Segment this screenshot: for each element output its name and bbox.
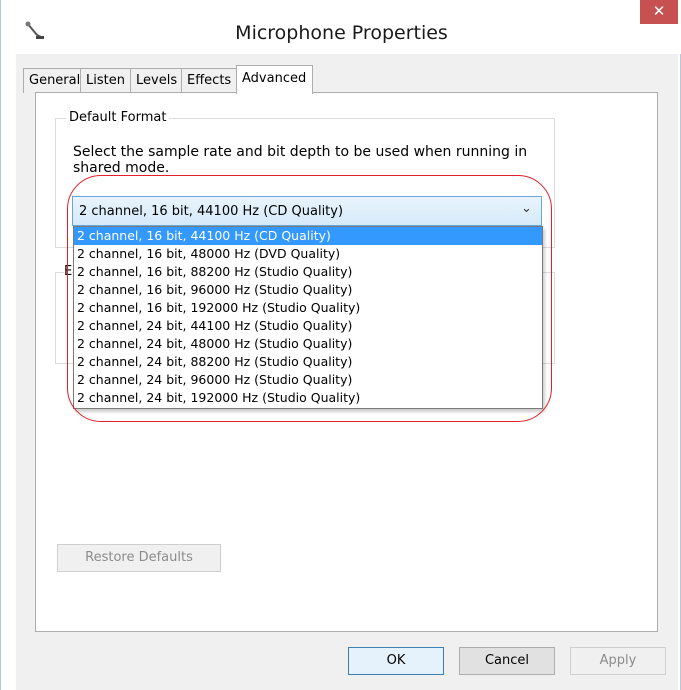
default-format-label: Default Format: [66, 110, 170, 125]
dropdown-option[interactable]: 2 channel, 16 bit, 96000 Hz (Studio Qual…: [74, 281, 542, 299]
cancel-button[interactable]: Cancel: [459, 647, 555, 675]
window-title: Microphone Properties: [235, 22, 448, 44]
dropdown-option[interactable]: 2 channel, 24 bit, 192000 Hz (Studio Qua…: [74, 389, 542, 407]
dropdown-option[interactable]: 2 channel, 16 bit, 48000 Hz (DVD Quality…: [74, 245, 542, 263]
chevron-down-icon[interactable]: ⌄: [521, 201, 532, 216]
exclusive-mode-label-partial: E: [64, 264, 73, 279]
close-icon: ✕: [652, 2, 666, 20]
default-format-description: Select the sample rate and bit depth to …: [73, 144, 528, 176]
dropdown-option[interactable]: 2 channel, 16 bit, 44100 Hz (CD Quality): [74, 227, 542, 245]
tab-listen[interactable]: Listen: [80, 68, 131, 93]
sample-rate-dropdown[interactable]: 2 channel, 16 bit, 44100 Hz (CD Quality)…: [72, 196, 542, 226]
tab-general[interactable]: General: [23, 68, 81, 93]
dropdown-option[interactable]: 2 channel, 24 bit, 48000 Hz (Studio Qual…: [74, 335, 542, 353]
close-button[interactable]: ✕: [640, 0, 678, 24]
sample-rate-options-list[interactable]: 2 channel, 16 bit, 44100 Hz (CD Quality)…: [73, 226, 543, 409]
dropdown-option[interactable]: 2 channel, 16 bit, 88200 Hz (Studio Qual…: [74, 263, 542, 281]
dropdown-option[interactable]: 2 channel, 24 bit, 96000 Hz (Studio Qual…: [74, 371, 542, 389]
dropdown-option[interactable]: 2 channel, 16 bit, 192000 Hz (Studio Qua…: [74, 299, 542, 317]
title-bar[interactable]: Microphone Properties ✕: [1, 0, 681, 54]
dropdown-option[interactable]: 2 channel, 24 bit, 88200 Hz (Studio Qual…: [74, 353, 542, 371]
ok-button[interactable]: OK: [348, 647, 444, 675]
restore-defaults-button[interactable]: Restore Defaults: [57, 544, 221, 572]
apply-button[interactable]: Apply: [570, 647, 666, 675]
microphone-properties-window: Microphone Properties ✕ General Listen L…: [0, 0, 681, 690]
tab-advanced[interactable]: Advanced: [236, 65, 313, 94]
tab-effects[interactable]: Effects: [181, 68, 237, 93]
tab-levels[interactable]: Levels: [130, 68, 182, 93]
dropdown-option[interactable]: 2 channel, 24 bit, 44100 Hz (Studio Qual…: [74, 317, 542, 335]
sample-rate-selected-value: 2 channel, 16 bit, 44100 Hz (CD Quality): [79, 204, 344, 219]
